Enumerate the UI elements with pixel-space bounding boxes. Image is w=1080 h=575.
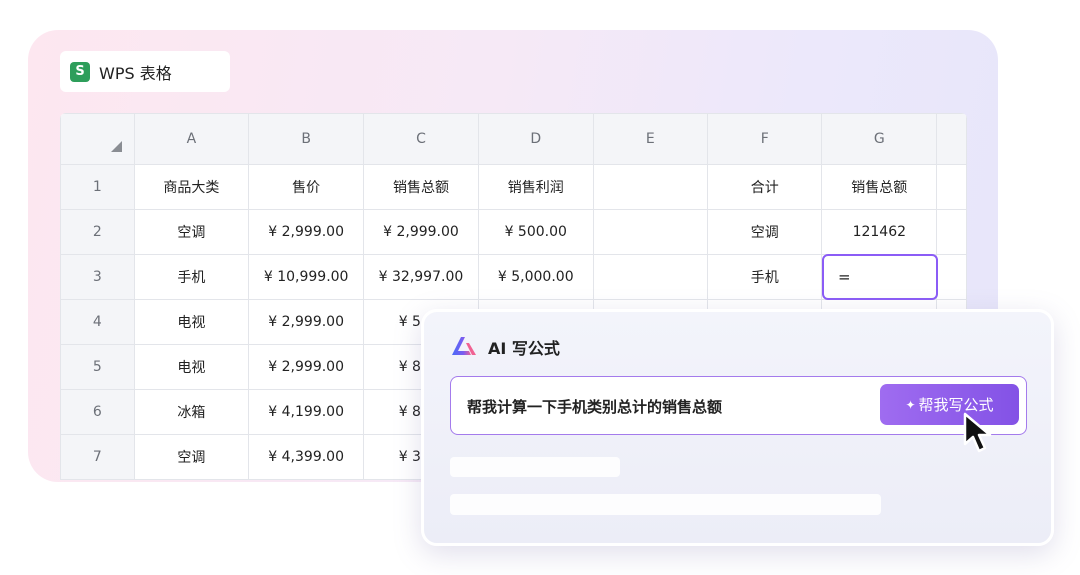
- cell[interactable]: 销售利润: [477, 164, 594, 210]
- cell[interactable]: [936, 254, 967, 300]
- cell[interactable]: 销售总额: [363, 164, 479, 210]
- column-header-b[interactable]: B: [248, 113, 365, 165]
- cell[interactable]: [592, 164, 709, 210]
- cell[interactable]: ¥ 2,999.00: [248, 344, 365, 390]
- cell[interactable]: ¥ 4,399.00: [248, 434, 365, 480]
- active-cell-g3[interactable]: =: [822, 254, 938, 300]
- sparkle-icon: ✦: [905, 397, 916, 412]
- cell[interactable]: 空调: [706, 209, 823, 255]
- cell[interactable]: 手机: [133, 254, 250, 300]
- column-header-c[interactable]: C: [363, 113, 479, 165]
- table-row: 2 空调 ¥ 2,999.00 ¥ 2,999.00 ¥ 500.00 空调 1…: [60, 209, 967, 255]
- column-header-h[interactable]: [936, 113, 967, 165]
- column-header-g[interactable]: G: [821, 113, 938, 165]
- app-name: WPS 表格: [99, 63, 172, 83]
- cell[interactable]: 电视: [133, 344, 250, 390]
- cell[interactable]: 121462: [821, 209, 938, 255]
- row-header[interactable]: 6: [60, 389, 135, 435]
- ai-logo-icon: [452, 337, 476, 355]
- cell[interactable]: 合计: [706, 164, 823, 210]
- cell[interactable]: [592, 254, 709, 300]
- mouse-cursor-icon: [963, 412, 992, 453]
- select-all-icon: [110, 141, 122, 152]
- cell[interactable]: 空调: [133, 434, 250, 480]
- wps-sheet-logo-icon: S: [70, 61, 90, 82]
- column-header-d[interactable]: D: [477, 113, 594, 165]
- row-header[interactable]: 1: [60, 164, 135, 210]
- cell[interactable]: 售价: [248, 164, 365, 210]
- cell[interactable]: [936, 164, 967, 210]
- cell[interactable]: [592, 209, 709, 255]
- loading-placeholder: [450, 494, 881, 515]
- select-all-corner[interactable]: [60, 113, 135, 165]
- cell[interactable]: ¥ 5,000.00: [477, 254, 594, 300]
- cell[interactable]: [936, 209, 967, 255]
- loading-placeholder: [450, 457, 620, 477]
- cell[interactable]: ¥ 2,999.00: [363, 209, 479, 255]
- column-header-f[interactable]: F: [706, 113, 823, 165]
- ai-panel-title: AI 写公式: [488, 339, 560, 358]
- column-header-row: A B C D E F G: [60, 113, 967, 165]
- row-header[interactable]: 7: [60, 434, 135, 480]
- column-header-a[interactable]: A: [133, 113, 250, 165]
- cell[interactable]: 电视: [133, 299, 250, 345]
- cell[interactable]: 商品大类: [133, 164, 250, 210]
- column-header-e[interactable]: E: [592, 113, 709, 165]
- ai-prompt-text: 帮我计算一下手机类别总计的销售总额: [467, 398, 723, 416]
- table-row: 1 商品大类 售价 销售总额 销售利润 合计 销售总额: [60, 164, 967, 210]
- cell[interactable]: ¥ 2,999.00: [248, 299, 365, 345]
- cell[interactable]: 空调: [133, 209, 250, 255]
- cell[interactable]: 销售总额: [821, 164, 938, 210]
- row-header[interactable]: 3: [60, 254, 135, 300]
- cell[interactable]: ¥ 32,997.00: [363, 254, 479, 300]
- cell[interactable]: ¥ 2,999.00: [248, 209, 365, 255]
- ai-prompt-input[interactable]: 帮我计算一下手机类别总计的销售总额 ✦ 帮我写公式: [450, 376, 1027, 435]
- row-header[interactable]: 4: [60, 299, 135, 345]
- cell[interactable]: 冰箱: [133, 389, 250, 435]
- app-title-bar: S WPS 表格: [60, 51, 230, 92]
- cell[interactable]: ¥ 500.00: [477, 209, 594, 255]
- cell[interactable]: ¥ 4,199.00: [248, 389, 365, 435]
- row-header[interactable]: 2: [60, 209, 135, 255]
- cell[interactable]: ¥ 10,999.00: [248, 254, 365, 300]
- write-formula-button[interactable]: ✦ 帮我写公式: [880, 384, 1019, 425]
- row-header[interactable]: 5: [60, 344, 135, 390]
- cell[interactable]: 手机: [706, 254, 823, 300]
